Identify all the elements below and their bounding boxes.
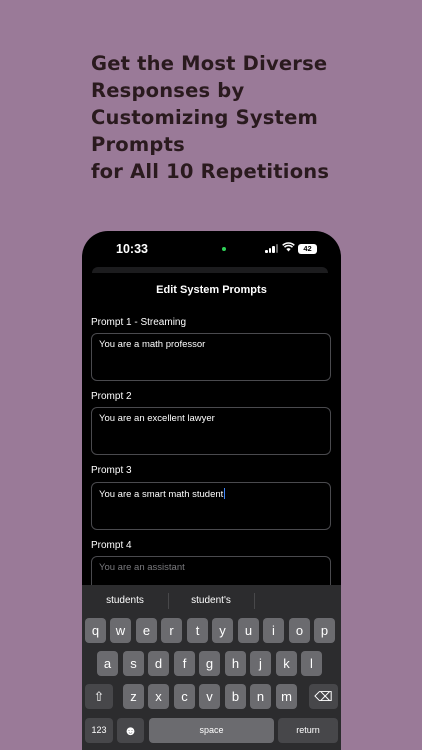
suggestion-1[interactable]: students [84, 595, 166, 606]
key-b[interactable]: b [225, 684, 246, 709]
key-v[interactable]: v [199, 684, 220, 709]
phone-screen: 10:33 42 Edit System Prompts Prompt 1 - … [82, 231, 341, 750]
suggestion-2[interactable]: student's [170, 595, 252, 606]
key-d[interactable]: d [148, 651, 169, 676]
key-a[interactable]: a [97, 651, 118, 676]
cellular-signal-icon [265, 244, 279, 253]
keyboard: students student's q w e r t y u i o p a… [82, 585, 341, 750]
headline-line-2: Responses by [91, 79, 245, 102]
shift-key[interactable]: ⇧ [85, 684, 113, 709]
return-key[interactable]: return [278, 718, 338, 743]
key-h[interactable]: h [225, 651, 246, 676]
key-j[interactable]: j [250, 651, 271, 676]
headline-line-1: Get the Most Diverse [91, 52, 328, 75]
prompt-2-label: Prompt 2 [91, 391, 132, 402]
status-time: 10:33 [116, 242, 148, 256]
key-e[interactable]: e [136, 618, 157, 643]
key-l[interactable]: l [301, 651, 322, 676]
key-q[interactable]: q [85, 618, 106, 643]
key-w[interactable]: w [110, 618, 131, 643]
headline-line-3: Customizing System [91, 106, 319, 129]
key-u[interactable]: u [238, 618, 259, 643]
wifi-icon [282, 242, 295, 255]
key-i[interactable]: i [263, 618, 284, 643]
status-bar: 10:33 42 [82, 231, 341, 267]
key-x[interactable]: x [148, 684, 169, 709]
key-z[interactable]: z [123, 684, 144, 709]
key-k[interactable]: k [276, 651, 297, 676]
headline-line-5: for All 10 Repetitions [91, 160, 330, 183]
text-caret [223, 488, 225, 499]
numbers-key[interactable]: 123 [85, 718, 113, 743]
prompt-3-input[interactable]: You are a smart math student [91, 482, 331, 530]
key-o[interactable]: o [289, 618, 310, 643]
prompt-1-value: You are a math professor [99, 339, 206, 350]
prompt-4-label: Prompt 4 [91, 540, 132, 551]
headline: Get the Most Diverse Responses by Custom… [91, 50, 391, 185]
page-title: Edit System Prompts [156, 284, 267, 296]
prompt-2-input[interactable]: You are an excellent lawyer [91, 407, 331, 455]
prompt-1-input[interactable]: You are a math professor [91, 333, 331, 381]
key-c[interactable]: c [174, 684, 195, 709]
key-g[interactable]: g [199, 651, 220, 676]
prompt-3-value: You are a smart math student [99, 489, 224, 500]
headline-line-4: Prompts [91, 133, 185, 156]
camera-indicator-icon [222, 247, 226, 251]
key-p[interactable]: p [314, 618, 335, 643]
prompt-4-placeholder: You are an assistant [99, 562, 185, 573]
key-m[interactable]: m [276, 684, 297, 709]
key-s[interactable]: s [123, 651, 144, 676]
sheet-top-edge [92, 267, 328, 273]
suggestion-bar: students student's [82, 585, 341, 617]
suggestion-divider [254, 593, 255, 609]
prompt-3-label: Prompt 3 [91, 465, 132, 476]
key-n[interactable]: n [250, 684, 271, 709]
key-f[interactable]: f [174, 651, 195, 676]
key-r[interactable]: r [161, 618, 182, 643]
suggestion-divider [168, 593, 169, 609]
key-y[interactable]: y [212, 618, 233, 643]
space-key[interactable]: space [149, 718, 274, 743]
prompt-1-label: Prompt 1 - Streaming [91, 317, 187, 328]
battery-icon: 42 [298, 244, 317, 254]
prompt-2-value: You are an excellent lawyer [99, 413, 215, 424]
emoji-key[interactable]: ☻ [117, 718, 144, 743]
key-t[interactable]: t [187, 618, 208, 643]
delete-key[interactable]: ⌫ [309, 684, 338, 709]
